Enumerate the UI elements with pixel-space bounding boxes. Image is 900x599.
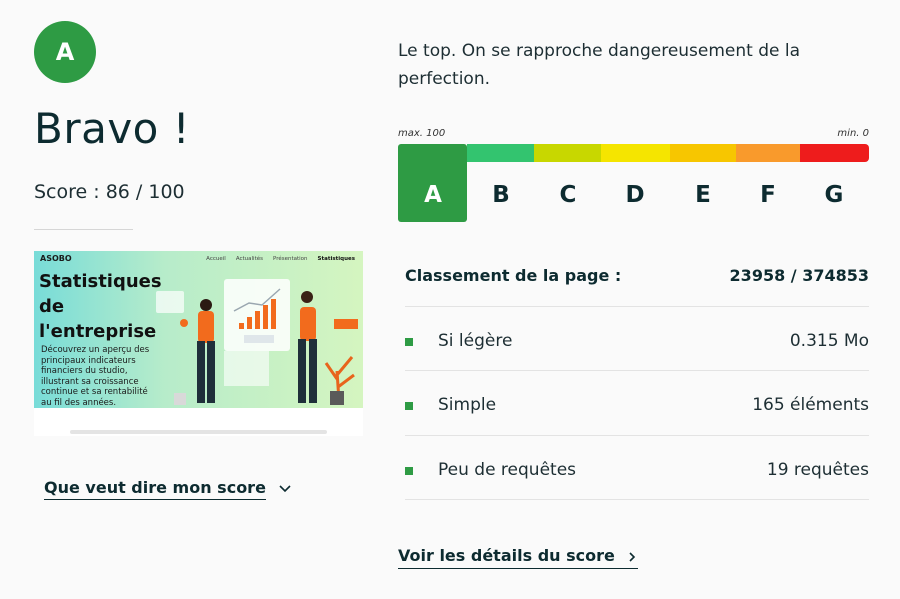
grade-segment-d [601, 144, 670, 162]
metric-value: 19 requêtes [766, 460, 869, 480]
grade-letter-f: F [760, 182, 776, 208]
row-divider [405, 435, 869, 436]
metric-bullet [405, 338, 413, 346]
grade-letter-e: E [695, 182, 711, 208]
grade-badge: A [34, 21, 96, 83]
metric-value: 165 éléments [752, 395, 869, 415]
metric-bullet [405, 467, 413, 475]
metric-label: Peu de requêtes [438, 460, 577, 480]
grade-letter-g: G [824, 182, 844, 208]
metric-label: Si légère [438, 331, 513, 351]
grade-letter-d: D [625, 182, 645, 208]
grade-segment-e [670, 144, 736, 162]
score-meaning-link[interactable]: Que veut dire mon score [44, 478, 292, 500]
row-divider [405, 370, 869, 371]
thumbnail-scrollbar [70, 430, 327, 434]
chevron-right-icon [629, 551, 636, 562]
grade-segment-g [800, 144, 869, 162]
metric-label: Simple [438, 395, 497, 415]
grade-segment-c [534, 144, 601, 162]
score-details-link[interactable]: Voir les détails du score [398, 546, 639, 569]
grade-letter: A [55, 38, 75, 66]
ranking-value: 23958 / 374853 [729, 266, 869, 285]
metric-value: 0.315 Mo [789, 331, 869, 351]
page-screenshot-thumbnail: ASOBO Accueil Actualités Présentation St… [34, 251, 363, 436]
grade-scale: A B C D E F G [398, 144, 869, 222]
grade-segment-f [736, 144, 800, 162]
page-title: Bravo ! [34, 104, 191, 153]
score-meaning-link-label: Que veut dire mon score [44, 478, 266, 500]
ranking-label: Classement de la page : [405, 266, 622, 285]
score-text: Score : 86 / 100 [34, 181, 185, 203]
row-divider [405, 499, 869, 500]
grade-letter-b: B [492, 182, 510, 208]
grade-segment-b [467, 144, 534, 162]
grade-description: Le top. On se rapproche dangereusement d… [398, 41, 801, 89]
scale-max-label: max. 100 [398, 128, 446, 139]
chevron-down-icon [278, 484, 291, 492]
row-divider [405, 306, 869, 307]
divider [34, 229, 133, 230]
grade-letter-a: A [424, 182, 442, 208]
scale-min-label: min. 0 [837, 128, 869, 139]
thumbnail-illustration [156, 279, 358, 405]
grade-letter-c: C [559, 182, 577, 208]
metric-bullet [405, 402, 413, 410]
score-details-link-label: Voir les détails du score [398, 546, 615, 565]
